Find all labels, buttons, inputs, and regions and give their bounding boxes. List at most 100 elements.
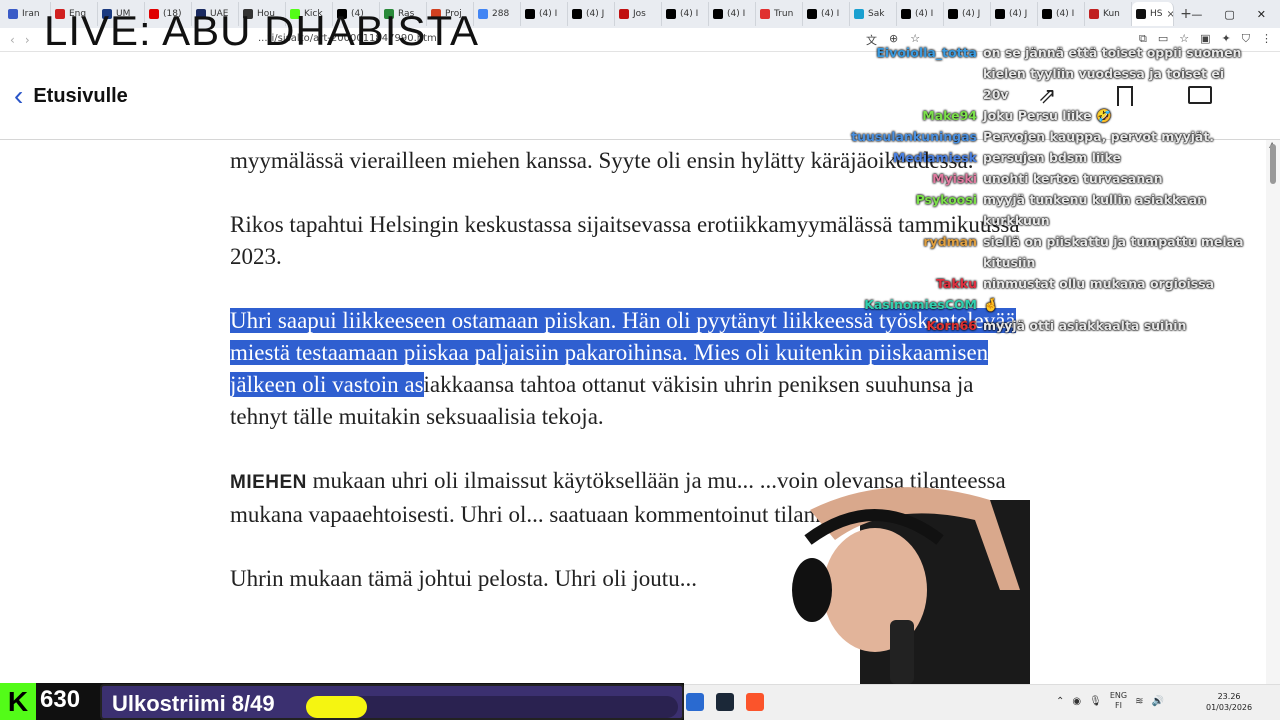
chat-text: on se jännä että toiset oppii suomen kie…	[983, 45, 1242, 102]
lang-bottom: FI	[1114, 701, 1122, 710]
headphones-left	[792, 558, 832, 622]
browser-tab[interactable]: (4) J	[944, 2, 991, 26]
chat-message: KasinomiesCOM 🤞	[850, 294, 1270, 315]
chat-username: Eivoiolla_totta	[876, 45, 977, 60]
chat-text: Joku Persu liike 🤣	[983, 108, 1112, 123]
tab-label: (4) I	[727, 9, 746, 19]
chat-overlay: Eivoiolla_totta on se jännä että toiset o…	[850, 42, 1270, 336]
browser-tab[interactable]: (4) J	[568, 2, 615, 26]
chat-text: persujen bdsm liike	[983, 150, 1121, 165]
chat-message: Psykoosi myyjä tunkenu kullin asiakkaan k…	[850, 189, 1270, 231]
paragraph-lead: MIEHEN	[230, 472, 307, 493]
tab-favicon-icon	[8, 9, 18, 19]
system-tray: ⌃ ◉ 🎙 ENG FI ≋ 🔊	[1056, 691, 1164, 711]
tab-label: (4) J	[586, 9, 605, 19]
tab-favicon-icon	[1042, 9, 1052, 19]
tab-label: Jos	[633, 9, 646, 19]
brave-icon[interactable]	[746, 693, 764, 711]
chat-username: Make94	[922, 108, 977, 123]
taskbar-apps	[686, 693, 764, 711]
chat-text: unohti kertoa turvasanan	[983, 171, 1163, 186]
tab-label: Iran	[22, 9, 40, 19]
browser-tab[interactable]: (4) I	[709, 2, 756, 26]
tab-label: Trun	[774, 9, 794, 19]
browser-tab[interactable]: (4) J	[991, 2, 1038, 26]
back-icon[interactable]: ‹	[10, 33, 15, 47]
tab-favicon-icon	[1136, 9, 1146, 19]
browser-tab[interactable]: 288	[474, 2, 521, 26]
chat-username: Korn66	[926, 318, 977, 333]
browser-tab[interactable]: (4) I	[897, 2, 944, 26]
live-title: LIVE: ABU DHABISTA	[44, 7, 480, 54]
tab-favicon-icon	[1089, 9, 1099, 19]
tab-favicon-icon	[854, 9, 864, 19]
microphone	[890, 620, 914, 684]
tab-favicon-icon	[948, 9, 958, 19]
chat-username: KasinomiesCOM	[864, 297, 977, 312]
tab-favicon-icon	[995, 9, 1005, 19]
chat-text: ninmustat ollu mukana orgioissa	[983, 276, 1215, 291]
chat-text: Pervojen kauppa, pervot myyjät.	[983, 129, 1215, 144]
goal-label: Ulkostriimi 8/49	[112, 691, 275, 716]
chat-username: tuusulankuningas	[851, 129, 977, 144]
chat-message: Eivoiolla_totta on se jännä että toiset o…	[850, 42, 1270, 105]
browser-tab[interactable]: (4) I	[803, 2, 850, 26]
browser-tab[interactable]: (4) I	[521, 2, 568, 26]
chevron-left-icon: ‹	[14, 80, 24, 111]
browser-tab[interactable]: (4) I	[1038, 2, 1085, 26]
tab-label: (4) J	[962, 9, 981, 19]
steam-icon[interactable]	[716, 693, 734, 711]
nav-buttons: ‹ ›	[0, 33, 30, 47]
back-to-home-link[interactable]: ‹ Etusivulle	[14, 82, 128, 110]
browser-tab[interactable]: Sak	[850, 2, 897, 26]
browser-tab[interactable]: Kun	[1085, 2, 1132, 26]
chat-text: myyjä otti asiakkaalta suihin	[983, 318, 1187, 333]
chat-text: 🤞	[983, 297, 999, 312]
volume-icon[interactable]: 🔊	[1151, 696, 1163, 707]
lang-top: ENG	[1109, 691, 1128, 700]
scrollbar-thumb[interactable]	[1270, 144, 1276, 184]
back-label: Etusivulle	[33, 84, 128, 107]
tab-favicon-icon	[760, 9, 770, 19]
tab-label: (4) I	[821, 9, 840, 19]
maximize-icon[interactable]: ▢	[1224, 8, 1234, 21]
tab-label: (4) I	[1056, 9, 1075, 19]
browser-tab[interactable]: Trun	[756, 2, 803, 26]
tab-favicon-icon	[666, 9, 676, 19]
tray-chevron-icon[interactable]: ⌃	[1056, 696, 1064, 707]
chat-text: myyjä tunkenu kullin asiakkaan kurkkuun	[983, 192, 1207, 228]
tab-favicon-icon	[525, 9, 535, 19]
close-tab-icon[interactable]: ×	[1166, 9, 1173, 20]
clock[interactable]: 23.26 01/03/2026	[1206, 691, 1252, 713]
tab-favicon-icon	[619, 9, 629, 19]
language-indicator[interactable]: ENG FI	[1110, 691, 1127, 711]
browser-tab[interactable]: HS×	[1132, 2, 1174, 26]
chat-username: Takku	[936, 276, 977, 291]
chat-message: Korn66 myyjä otti asiakkaalta suihin	[850, 315, 1270, 336]
tab-favicon-icon	[807, 9, 817, 19]
chat-message: rydman siellä on piiskattu ja tumpattu me…	[850, 231, 1270, 273]
edge-icon[interactable]	[686, 693, 704, 711]
tab-label: (4) I	[915, 9, 934, 19]
viewer-count: 630	[40, 686, 81, 713]
window-controls: — ▢ ✕	[1191, 0, 1280, 28]
tab-label: Sak	[868, 9, 885, 19]
goal-progress-track	[306, 696, 678, 718]
close-window-icon[interactable]: ✕	[1257, 8, 1266, 21]
clock-date: 01/03/2026	[1206, 703, 1253, 712]
mic-icon[interactable]: 🎙	[1089, 696, 1102, 707]
browser-tab[interactable]: (4) I	[662, 2, 709, 26]
network-icon[interactable]: ◉	[1072, 696, 1081, 707]
chat-username: Mediamiesk	[892, 150, 977, 165]
tab-favicon-icon	[572, 9, 582, 19]
browser-tab[interactable]: Jos	[615, 2, 662, 26]
tab-label: (4) I	[539, 9, 558, 19]
tab-label: Kun	[1103, 9, 1120, 19]
tab-label: (4) J	[1009, 9, 1028, 19]
minimize-icon[interactable]: —	[1191, 8, 1202, 21]
chat-message: Mediamiesk persujen bdsm liike	[850, 147, 1270, 168]
wifi-icon[interactable]: ≋	[1135, 696, 1143, 707]
chat-message: Takku ninmustat ollu mukana orgioissa	[850, 273, 1270, 294]
forward-icon[interactable]: ›	[25, 33, 30, 47]
chat-username: Psykoosi	[915, 192, 977, 207]
